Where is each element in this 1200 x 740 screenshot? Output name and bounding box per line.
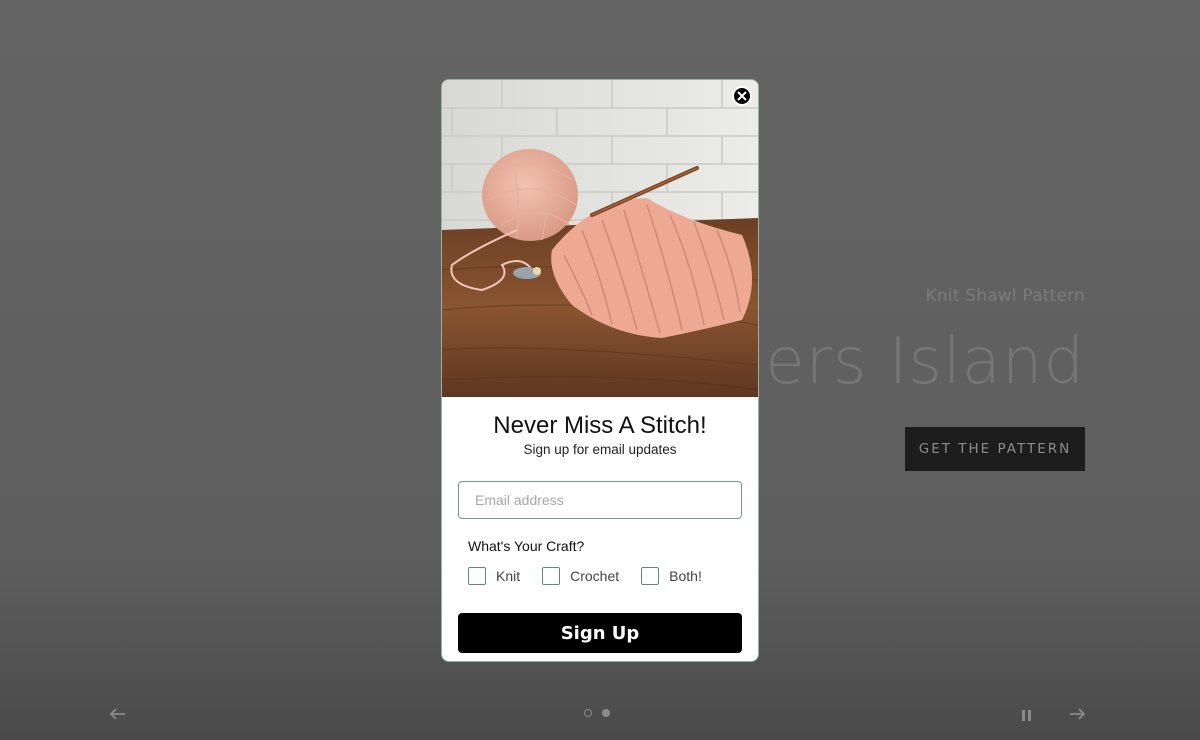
close-icon[interactable] [732, 86, 752, 106]
both-label: Both! [669, 568, 702, 584]
popup-title: Never Miss A Stitch! [493, 412, 707, 439]
arrow-left-icon[interactable] [108, 704, 128, 724]
hero-subtitle: Knit Shawl Pattern [925, 286, 1085, 306]
knit-label: Knit [496, 568, 521, 584]
popup-subtitle: Sign up for email updates [523, 442, 677, 457]
get-pattern-button[interactable]: GET THE PATTERN [905, 427, 1085, 471]
sign-up-button[interactable]: Sign Up [458, 613, 742, 653]
arrow-right-icon[interactable] [1067, 704, 1087, 724]
signup-popup: Never Miss A Stitch! Sign up for email u… [441, 79, 759, 662]
craft-options: Knit Crochet Both! [468, 567, 724, 585]
option-crochet[interactable]: Crochet [542, 567, 619, 585]
knitting-yarn-photo [442, 80, 758, 397]
knit-checkbox[interactable] [468, 567, 486, 585]
option-knit[interactable]: Knit [468, 567, 520, 585]
email-field[interactable] [458, 481, 742, 519]
slide-dot-1[interactable] [584, 709, 592, 717]
both-checkbox[interactable] [641, 567, 660, 585]
crochet-label: Crochet [570, 568, 620, 584]
slide-dot-2[interactable] [602, 709, 610, 717]
option-both[interactable]: Both! [641, 567, 702, 585]
crochet-checkbox[interactable] [542, 567, 561, 585]
pause-icon[interactable] [1022, 710, 1034, 722]
craft-question-label: What's Your Craft? [468, 538, 585, 554]
slide-dots [584, 709, 610, 717]
